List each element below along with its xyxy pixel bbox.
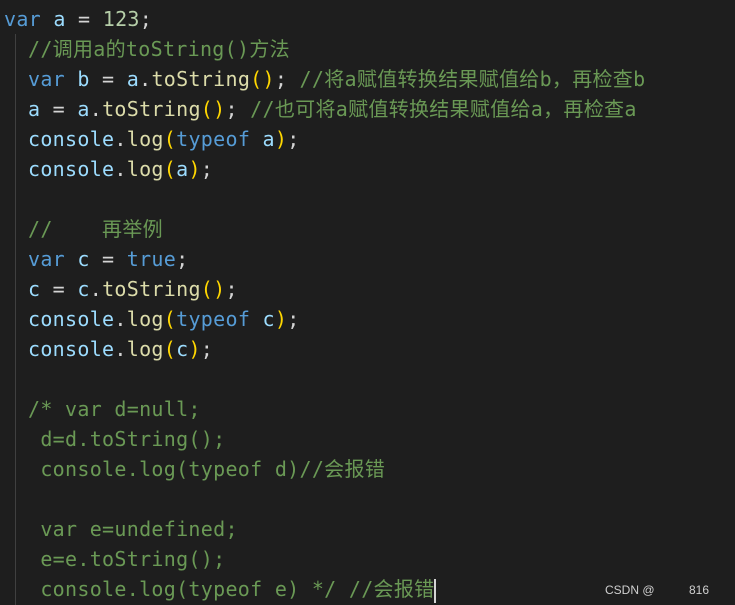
identifier: a: [250, 127, 275, 151]
comment: //调用a的toString()方法: [28, 37, 290, 61]
code-line-5[interactable]: console.log(typeof a);: [28, 124, 300, 154]
function-name: log: [126, 127, 164, 151]
keyword: var: [28, 67, 66, 91]
block-comment: console.log(typeof e) */ //会报错: [28, 577, 435, 601]
code-line-20[interactable]: console.log(typeof e) */ //会报错: [28, 574, 437, 604]
identifier: a: [126, 67, 140, 91]
code-line-16[interactable]: console.log(typeof d)//会报错: [28, 454, 385, 484]
function-name: toString: [102, 277, 201, 301]
parentheses: (): [200, 277, 226, 301]
open-paren: (: [163, 157, 177, 181]
keyword: typeof: [176, 307, 251, 331]
block-comment: console.log(typeof d)//会报错: [28, 457, 386, 481]
semicolon: ;: [274, 67, 300, 91]
indent-guide: [15, 34, 16, 605]
text-cursor: [434, 578, 437, 603]
block-comment: var e=undefined;: [28, 517, 238, 541]
code-line-2[interactable]: //调用a的toString()方法: [28, 34, 290, 64]
identifier: a: [77, 97, 90, 121]
identifier: c: [176, 337, 189, 361]
close-paren: ): [188, 337, 201, 361]
function-name: log: [126, 307, 164, 331]
identifier: console: [28, 337, 115, 361]
watermark-text: CSDN @: [605, 583, 655, 597]
dot: .: [139, 67, 152, 91]
close-paren: ): [274, 127, 288, 151]
semicolon: ;: [287, 307, 300, 331]
open-paren: (: [163, 127, 177, 151]
dot: .: [114, 337, 127, 361]
close-paren: ): [188, 157, 201, 181]
code-line-3[interactable]: var b = a.toString(); //将a赋值转换结果赋值给b，再检查…: [28, 64, 645, 94]
identifier: c: [77, 277, 90, 301]
function-name: toString: [102, 97, 201, 121]
close-paren: ): [274, 307, 288, 331]
identifier: c: [250, 307, 275, 331]
code-line-11[interactable]: console.log(typeof c);: [28, 304, 300, 334]
dot: .: [114, 157, 127, 181]
operator: =: [89, 67, 127, 91]
code-line-10[interactable]: c = c.toString();: [28, 274, 238, 304]
open-paren: (: [163, 307, 177, 331]
operator: =: [40, 277, 78, 301]
dot: .: [89, 97, 103, 121]
block-comment: e=e.toString();: [28, 547, 226, 571]
keyword: var: [4, 7, 42, 31]
dot: .: [114, 127, 127, 151]
number-literal: 123: [102, 7, 140, 31]
code-line-8[interactable]: // 再举例: [28, 214, 163, 244]
code-line-14[interactable]: /* var d=null;: [28, 394, 201, 424]
semicolon: ;: [176, 247, 189, 271]
identifier: c: [65, 247, 90, 271]
identifier: b: [65, 67, 90, 91]
operator: =: [65, 7, 103, 31]
block-comment: /* var d=null;: [28, 397, 201, 421]
watermark-number: 816: [689, 583, 710, 597]
parentheses: (): [200, 97, 226, 121]
code-line-1[interactable]: var a = 123;: [4, 4, 152, 34]
keyword: var: [28, 247, 66, 271]
code-line-4[interactable]: a = a.toString(); //也可将a赋值转换结果赋值给a，再检查a: [28, 94, 637, 124]
code-line-12[interactable]: console.log(c);: [28, 334, 213, 364]
code-editor[interactable]: var a = 123; //调用a的toString()方法 var b = …: [0, 0, 735, 605]
semicolon: ;: [225, 97, 251, 121]
code-line-19[interactable]: e=e.toString();: [28, 544, 225, 574]
identifier: console: [28, 157, 115, 181]
function-name: toString: [151, 67, 251, 91]
function-name: log: [126, 337, 164, 361]
block-comment: d=d.toString();: [28, 427, 226, 451]
semicolon: ;: [200, 337, 214, 361]
boolean-literal: true: [126, 247, 177, 271]
dot: .: [114, 307, 127, 331]
identifier: console: [28, 307, 115, 331]
operator: =: [89, 247, 127, 271]
semicolon: ;: [139, 7, 153, 31]
comment: //也可将a赋值转换结果赋值给a，再检查a: [250, 97, 637, 121]
identifier: a: [176, 157, 189, 181]
open-paren: (: [163, 337, 177, 361]
keyword: typeof: [176, 127, 251, 151]
comment: //将a赋值转换结果赋值给b，再检查b: [299, 67, 646, 91]
identifier: a: [28, 97, 41, 121]
operator: =: [40, 97, 78, 121]
parentheses: (): [250, 67, 275, 91]
semicolon: ;: [287, 127, 300, 151]
comment: // 再举例: [28, 217, 163, 241]
code-line-9[interactable]: var c = true;: [28, 244, 188, 274]
semicolon: ;: [200, 157, 214, 181]
code-line-6[interactable]: console.log(a);: [28, 154, 213, 184]
identifier: c: [28, 277, 41, 301]
dot: .: [89, 277, 103, 301]
semicolon: ;: [225, 277, 238, 301]
identifier: a: [41, 7, 66, 31]
identifier: console: [28, 127, 115, 151]
function-name: log: [126, 157, 164, 181]
code-line-18[interactable]: var e=undefined;: [28, 514, 238, 544]
code-line-15[interactable]: d=d.toString();: [28, 424, 225, 454]
